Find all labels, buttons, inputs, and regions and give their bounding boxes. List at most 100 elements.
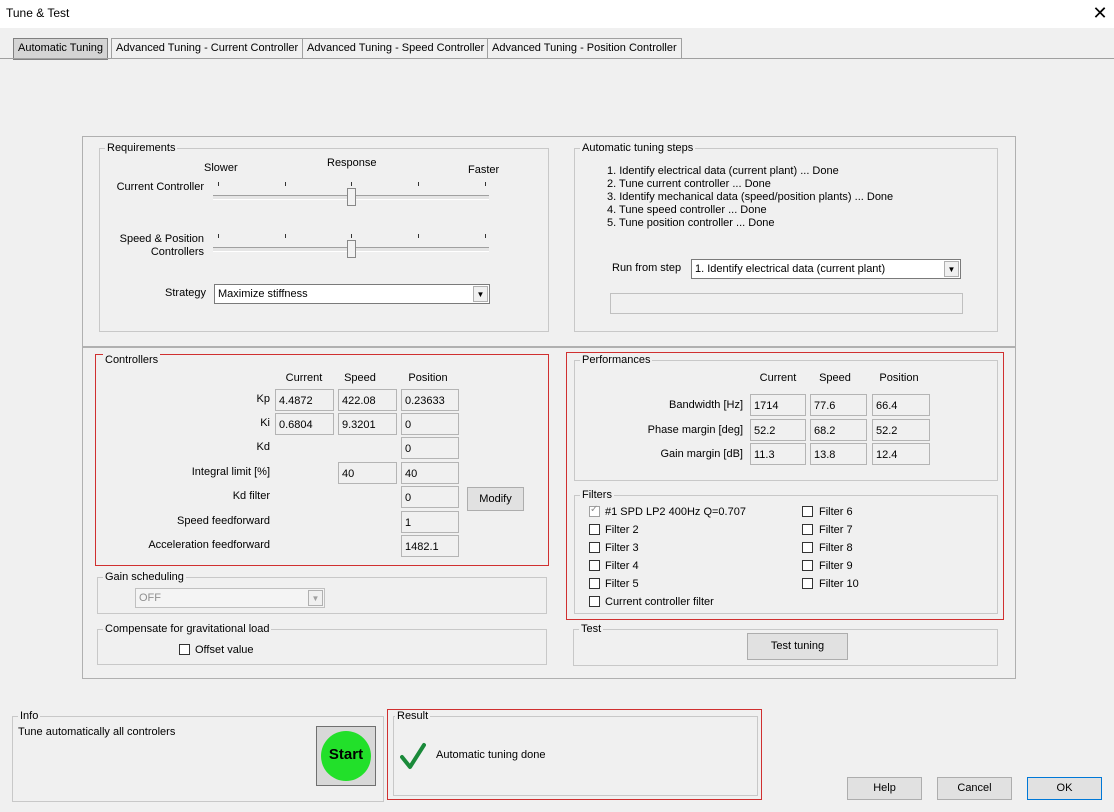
integral-speed-field[interactable]: 40 [338, 462, 397, 484]
slider-tick [418, 234, 419, 238]
slower-label: Slower [204, 162, 238, 174]
kp-current-field[interactable]: 4.4872 [275, 389, 334, 411]
gravity-label: Compensate for gravitational load [103, 623, 272, 635]
kd-position-field[interactable]: 0 [401, 437, 459, 459]
filter-label: Filter 10 [819, 578, 859, 590]
strategy-select[interactable]: Maximize stiffness ▼ [214, 284, 490, 304]
phase-speed-field: 68.2 [810, 419, 867, 441]
chevron-down-icon[interactable]: ▼ [308, 590, 323, 606]
filter-checkbox[interactable] [589, 560, 600, 571]
speed-feedforward-label: Speed feedforward [177, 515, 270, 527]
filter-label: Filter 6 [819, 506, 853, 518]
check-icon [400, 742, 426, 773]
progress-bar [610, 293, 963, 314]
controllers-label: Controllers [103, 354, 161, 366]
column-header-position: Position [408, 372, 448, 384]
gain-position-field: 12.4 [872, 443, 930, 465]
perf-header-current: Current [759, 372, 797, 384]
tuning-step-item: 2. Tune current controller ... Done [607, 178, 771, 190]
tab-advanced-current[interactable]: Advanced Tuning - Current Controller [111, 38, 304, 59]
filter-label: Current controller filter [605, 596, 714, 608]
filter-checkbox[interactable] [589, 542, 600, 553]
filter-label: #1 SPD LP2 400Hz Q=0.707 [605, 506, 746, 518]
title-bar [0, 0, 1114, 28]
filter-checkbox[interactable] [802, 506, 813, 517]
offset-value-label: Offset value [195, 644, 254, 656]
speed-response-slider[interactable] [213, 234, 489, 262]
acceleration-feedforward-label: Acceleration feedforward [148, 539, 270, 551]
result-label: Result [395, 710, 431, 722]
tab-automatic-tuning[interactable]: Automatic Tuning [13, 38, 108, 60]
phase-margin-label: Phase margin [deg] [647, 424, 743, 436]
bandwidth-current-field: 1714 [750, 394, 806, 416]
bandwidth-speed-field: 77.6 [810, 394, 867, 416]
tab-advanced-position[interactable]: Advanced Tuning - Position Controller [487, 38, 682, 59]
run-from-step-label: Run from step [612, 262, 682, 274]
filters-label: Filters [580, 489, 614, 501]
chevron-down-icon[interactable]: ▼ [944, 261, 959, 277]
slider-tick [285, 234, 286, 238]
chevron-down-icon[interactable]: ▼ [473, 286, 488, 302]
start-button[interactable]: Start [316, 726, 376, 786]
result-text: Automatic tuning done [436, 749, 546, 761]
run-from-step-select[interactable]: 1. Identify electrical data (current pla… [691, 259, 961, 279]
slider-tick [485, 182, 486, 186]
filter-label: Filter 7 [819, 524, 853, 536]
column-header-speed: Speed [344, 372, 376, 384]
ki-current-field[interactable]: 0.6804 [275, 413, 334, 435]
gain-margin-label: Gain margin [dB] [660, 448, 743, 460]
offset-value-checkbox[interactable] [179, 644, 190, 655]
filter-checkbox[interactable] [802, 542, 813, 553]
integral-position-field[interactable]: 40 [401, 462, 459, 484]
bandwidth-label: Bandwidth [Hz] [669, 399, 743, 411]
tuning-step-item: 3. Identify mechanical data (speed/posit… [607, 191, 894, 203]
window-title: Tune & Test [6, 6, 70, 20]
filter-label: Filter 4 [605, 560, 639, 572]
test-tuning-button[interactable]: Test tuning [747, 633, 848, 660]
filter-checkbox[interactable] [589, 578, 600, 589]
requirements-label: Requirements [105, 142, 178, 154]
cancel-button[interactable]: Cancel [937, 777, 1012, 800]
filter-checkbox[interactable] [802, 560, 813, 571]
ki-speed-field[interactable]: 9.3201 [338, 413, 397, 435]
perf-header-position: Position [879, 372, 919, 384]
gain-scheduling-value: OFF [139, 592, 161, 604]
filter-checkbox[interactable] [589, 524, 600, 535]
tab-advanced-speed[interactable]: Advanced Tuning - Speed Controller [302, 38, 490, 59]
kd-label: Kd [256, 441, 270, 453]
info-text: Tune automatically all controlers [18, 726, 176, 738]
ki-position-field[interactable]: 0 [401, 413, 459, 435]
help-button[interactable]: Help [847, 777, 922, 800]
gain-speed-field: 13.8 [810, 443, 867, 465]
kp-position-field[interactable]: 0.23633 [401, 389, 459, 411]
bandwidth-position-field: 66.4 [872, 394, 930, 416]
gain-scheduling-select[interactable]: OFF ▼ [135, 588, 325, 608]
controllers-group [95, 354, 549, 566]
filter-checkbox[interactable] [802, 578, 813, 589]
modify-button[interactable]: Modify [467, 487, 524, 511]
current-response-slider[interactable] [213, 182, 489, 210]
kd-filter-field[interactable]: 0 [401, 486, 459, 508]
ki-label: Ki [260, 417, 270, 429]
ok-button[interactable]: OK [1027, 777, 1102, 800]
tuning-step-item: 4. Tune speed controller ... Done [607, 204, 767, 216]
filter-label: Filter 3 [605, 542, 639, 554]
kd-filter-label: Kd filter [232, 490, 270, 502]
filter-checkbox[interactable] [589, 596, 600, 607]
slider-tick [485, 234, 486, 238]
perf-header-speed: Speed [819, 372, 851, 384]
tab-strip-line [0, 58, 1114, 59]
kp-speed-field[interactable]: 422.08 [338, 389, 397, 411]
tuning-steps-label: Automatic tuning steps [580, 142, 696, 154]
current-controller-label: Current Controller [116, 181, 204, 193]
slider-thumb[interactable] [347, 188, 356, 206]
info-label: Info [18, 710, 41, 722]
acceleration-feedforward-field[interactable]: 1482.1 [401, 535, 459, 557]
filter-checkbox[interactable] [802, 524, 813, 535]
speed-feedforward-field[interactable]: 1 [401, 511, 459, 533]
start-button-label: Start [328, 746, 364, 763]
close-icon[interactable]: ✕ [1090, 3, 1110, 24]
performances-label: Performances [580, 354, 653, 366]
filter-checkbox[interactable]: ✓ [589, 504, 600, 517]
slider-thumb[interactable] [347, 240, 356, 258]
